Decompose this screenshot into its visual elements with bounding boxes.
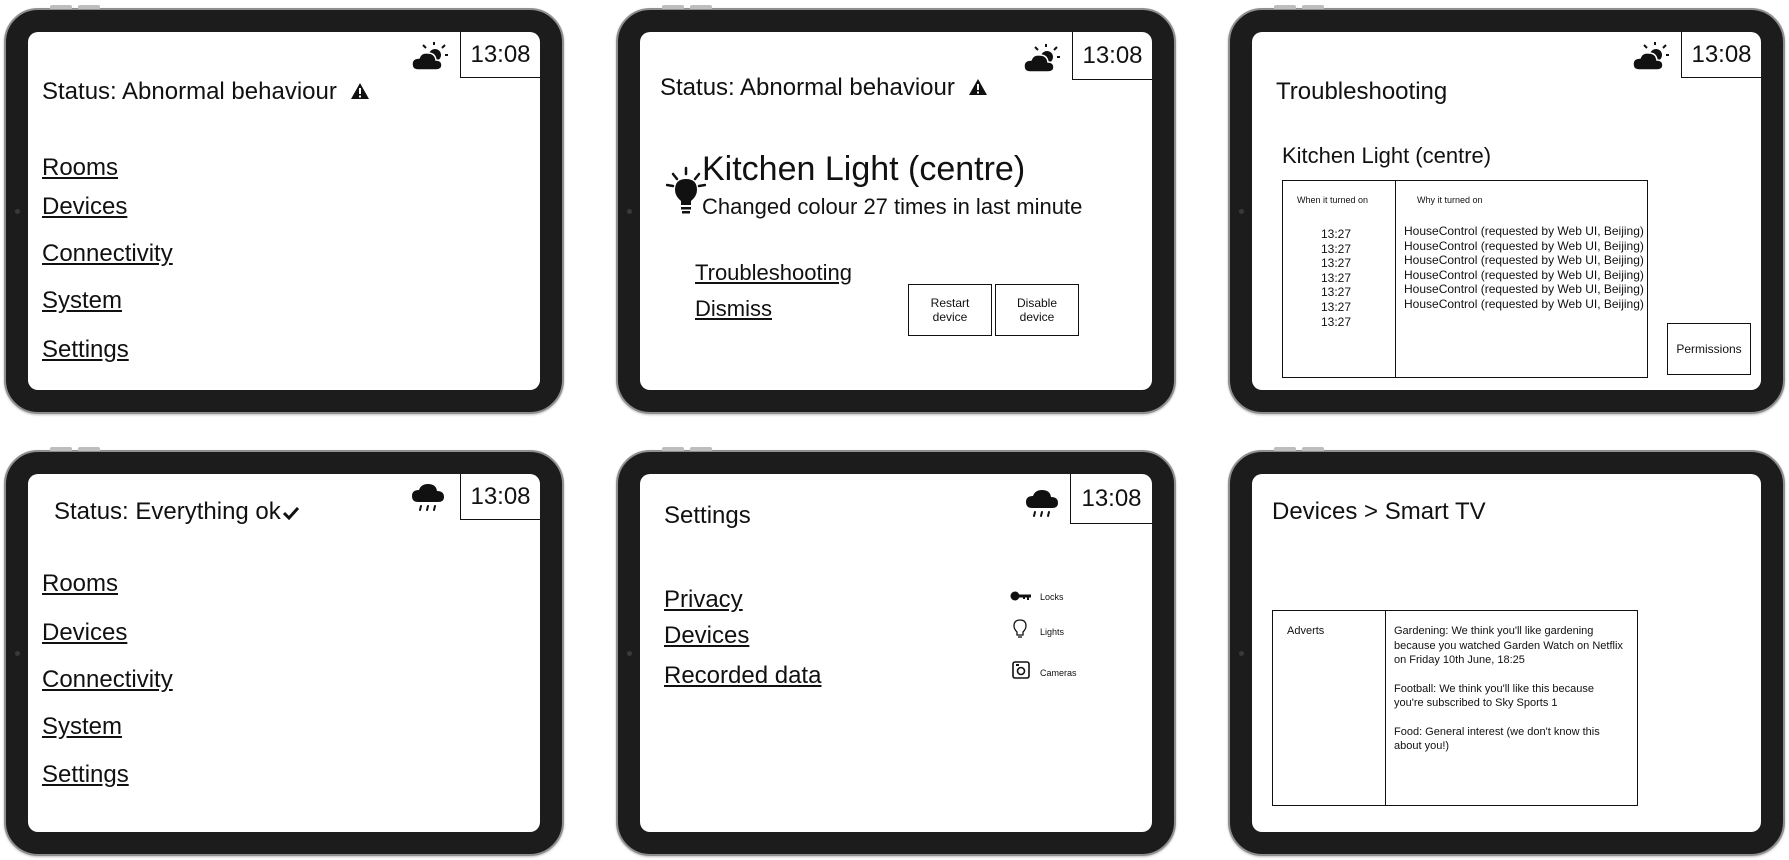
times-column: 13:27 13:27 13:27 13:27 13:27 13:27 13:2…: [1321, 227, 1351, 329]
status-text: Status: Abnormal behaviour: [42, 78, 337, 105]
nav-connectivity[interactable]: Connectivity: [42, 666, 173, 694]
table-cell: 13:27: [1321, 256, 1352, 271]
screen-settings: Settings 13:08 Privacy Devices Recorded …: [640, 474, 1152, 832]
table-cell: HouseControl (requested by Web UI, Beiji…: [1404, 253, 1644, 268]
page-title: Settings: [664, 502, 751, 529]
table-cell: HouseControl (requested by Web UI, Beiji…: [1404, 296, 1644, 311]
table-cell: 13:27: [1321, 241, 1352, 256]
partly-cloudy-icon: [1632, 42, 1669, 72]
adverts-label: Adverts: [1287, 625, 1325, 637]
clock: 13:08: [1681, 32, 1761, 78]
table-cell: 13:27: [1321, 227, 1352, 241]
screen-smart-tv: Devices > Smart TV Adverts Gardening: We…: [1252, 474, 1761, 832]
nav-rooms[interactable]: Rooms: [42, 570, 118, 598]
permissions-button[interactable]: Permissions: [1667, 323, 1751, 375]
clock: 13:08: [1072, 32, 1152, 80]
table-cell: 13:27: [1321, 270, 1352, 285]
table-cell: 13:27: [1321, 285, 1352, 300]
nav-devices[interactable]: Devices: [42, 193, 127, 221]
table-cell: HouseControl (requested by Web UI, Beiji…: [1404, 224, 1644, 238]
status-text: Status: Abnormal behaviour: [660, 74, 955, 101]
nav-settings[interactable]: Settings: [42, 761, 129, 789]
device-name: Kitchen Light (centre): [702, 150, 1026, 188]
checkmark-icon: [282, 499, 299, 527]
table-cell: 13:27: [1321, 314, 1352, 329]
rain-cloud-icon: [412, 482, 448, 512]
breadcrumb: Devices > Smart TV: [1272, 498, 1486, 525]
column-header-why: Why it turned on: [1417, 195, 1483, 205]
screen-home-ok: Status: Everything ok 13:08 Rooms Device…: [28, 474, 540, 832]
screen-home-abnormal: Status: Abnormal behaviour 13:08 Rooms D…: [28, 32, 540, 390]
list-item: Gardening: We think you'll like gardenin…: [1394, 625, 1623, 666]
tablet-troubleshooting: Troubleshooting 13:08 Kitchen Light (cen…: [1228, 5, 1785, 414]
adverts-list: Gardening: We think you'll like gardenin…: [1394, 624, 1626, 754]
screen-troubleshooting: Troubleshooting 13:08 Kitchen Light (cen…: [1252, 32, 1761, 390]
tablet-status-ok: Status: Everything ok 13:08 Rooms Device…: [4, 447, 564, 856]
nav-settings[interactable]: Settings: [42, 336, 129, 364]
page-title: Troubleshooting: [1276, 78, 1448, 105]
troubleshooting-link[interactable]: Troubleshooting: [695, 260, 852, 286]
device-name: Kitchen Light (centre): [1282, 143, 1492, 168]
adverts-table: Adverts Gardening: We think you'll like …: [1272, 610, 1638, 806]
nav-system[interactable]: System: [42, 287, 122, 315]
nav-rooms[interactable]: Rooms: [42, 154, 118, 182]
restart-device-button[interactable]: Restart device: [908, 284, 992, 336]
device-row-lights[interactable]: Lights: [1013, 619, 1064, 644]
reasons-column: HouseControl (requested by Web UI, Beiji…: [1404, 224, 1644, 312]
light-bulb-icon: [1013, 619, 1034, 644]
tablet-status-abnormal: Status: Abnormal behaviour 13:08 Rooms D…: [4, 5, 564, 414]
clock: 13:08: [460, 474, 540, 520]
disable-device-button[interactable]: Disable device: [995, 284, 1079, 336]
light-bulb-icon: [665, 166, 707, 221]
column-header-when: When it turned on: [1297, 195, 1369, 205]
clock: 13:08: [460, 32, 540, 78]
status-text: Status: Everything ok: [54, 498, 281, 525]
table-cell: 13:27: [1321, 299, 1352, 314]
device-row-cameras[interactable]: Cameras: [1012, 661, 1077, 684]
table-cell: HouseControl (requested by Web UI, Beiji…: [1404, 267, 1644, 282]
nav-devices[interactable]: Devices: [42, 619, 127, 647]
partly-cloudy-icon: [1023, 44, 1060, 74]
privacy-link[interactable]: Privacy: [664, 586, 743, 614]
camera-icon: [1012, 661, 1034, 684]
tablet-settings: Settings 13:08 Privacy Devices Recorded …: [616, 447, 1176, 856]
device-message: Changed colour 27 times in last minute: [702, 194, 1083, 219]
devices-link[interactable]: Devices: [664, 622, 749, 650]
partly-cloudy-icon: [411, 42, 448, 72]
screen-device-alert: Status: Abnormal behaviour 13:08 Kitchen…: [640, 32, 1152, 390]
key-icon: [1010, 588, 1034, 606]
tablet-smart-tv: Devices > Smart TV Adverts Gardening: We…: [1228, 447, 1785, 856]
rain-cloud-icon: [1026, 488, 1062, 518]
nav-connectivity[interactable]: Connectivity: [42, 240, 173, 268]
warning-icon: [350, 79, 370, 107]
event-log-table: When it turned on Why it turned on 13:27…: [1282, 180, 1648, 378]
tablet-device-alert: Status: Abnormal behaviour 13:08 Kitchen…: [616, 5, 1176, 414]
warning-icon: [968, 75, 988, 103]
dismiss-link[interactable]: Dismiss: [695, 296, 772, 322]
recorded-data-link[interactable]: Recorded data: [664, 662, 821, 690]
device-row-locks[interactable]: Locks: [1010, 588, 1064, 606]
list-item: Football: We think you'll like this beca…: [1394, 682, 1594, 710]
clock: 13:08: [1070, 474, 1152, 524]
table-cell: HouseControl (requested by Web UI, Beiji…: [1404, 238, 1644, 253]
list-item: Food: General interest (we don't know th…: [1394, 725, 1600, 753]
nav-system[interactable]: System: [42, 713, 122, 741]
table-cell: HouseControl (requested by Web UI, Beiji…: [1404, 282, 1644, 297]
